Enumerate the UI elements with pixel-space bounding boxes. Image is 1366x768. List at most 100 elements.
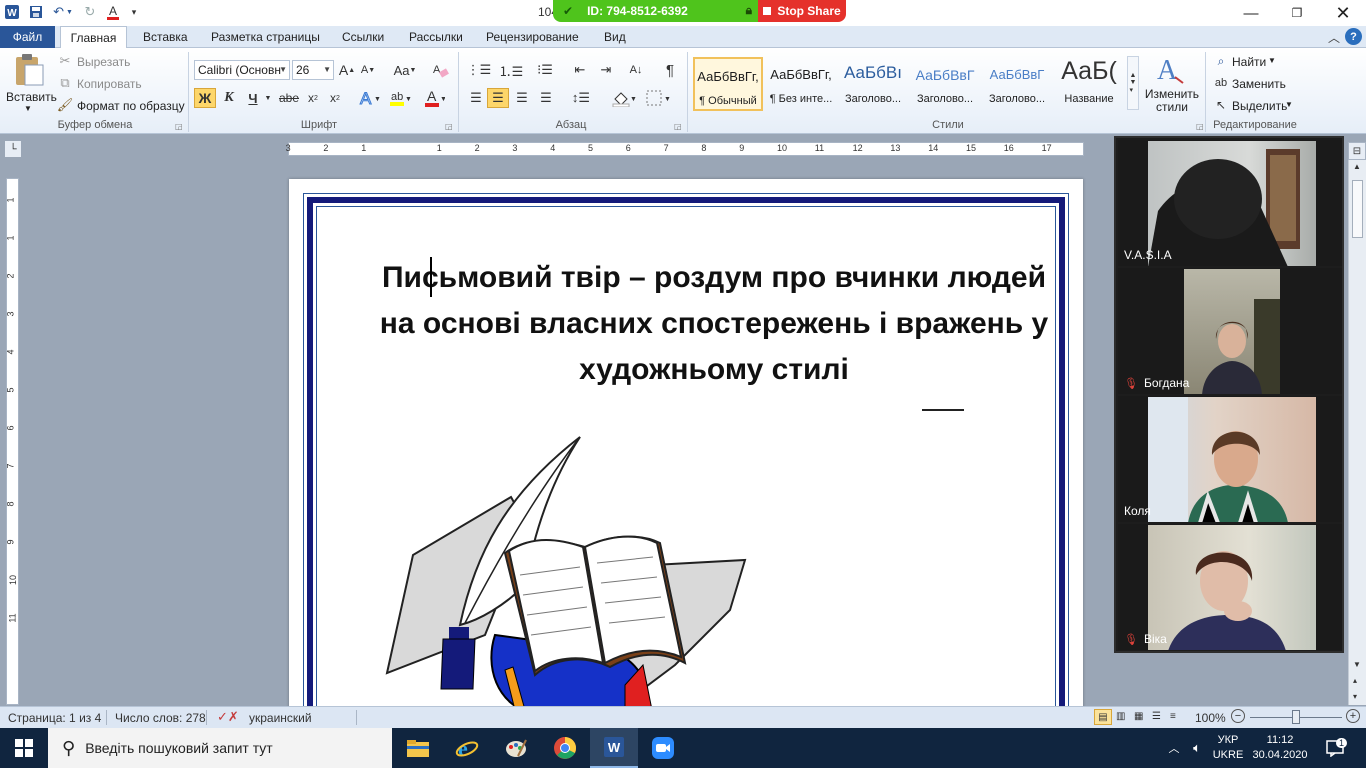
book-and-quill-clipart[interactable] bbox=[385, 435, 755, 709]
participant-tile[interactable]: Коля bbox=[1118, 396, 1342, 522]
change-case-icon[interactable]: Aa ▼ bbox=[392, 60, 418, 80]
previous-page-icon[interactable]: ▴ bbox=[1353, 676, 1357, 685]
font-color-icon[interactable]: A bbox=[104, 4, 122, 20]
scrollbar-thumb[interactable] bbox=[1352, 180, 1363, 238]
strikethrough-button[interactable]: abe bbox=[278, 88, 300, 108]
full-screen-reading-icon[interactable]: ▥ bbox=[1116, 711, 1125, 722]
collapse-ribbon-icon[interactable]: ︿ bbox=[1328, 29, 1340, 46]
style-heading-1[interactable]: АаБбВı Заголово... bbox=[838, 57, 908, 111]
redo-icon[interactable]: ↻ bbox=[82, 4, 98, 20]
clock[interactable]: 11:12 30.04.2020 bbox=[1250, 728, 1310, 768]
undo-icon[interactable]: ↶ ▼ bbox=[50, 4, 76, 20]
help-icon[interactable]: ? bbox=[1345, 28, 1362, 45]
style-heading-3[interactable]: АаБбВвГ Заголово... bbox=[982, 57, 1052, 111]
stop-share-button[interactable]: Stop Share bbox=[758, 0, 846, 22]
numbering-icon[interactable]: ⒈☰ bbox=[498, 60, 524, 80]
horizontal-ruler[interactable]: 3 2 1 1 2 3 4 5 6 7 8 9 10 11 12 13 14 15 16 17 bbox=[286, 142, 1084, 156]
zoom-level[interactable]: 100% bbox=[1195, 711, 1226, 725]
align-right-icon[interactable]: ☰ bbox=[512, 88, 532, 108]
change-styles-icon[interactable]: A bbox=[1151, 52, 1191, 86]
paragraph-launcher-icon[interactable]: ◲ bbox=[674, 122, 682, 131]
save-icon[interactable] bbox=[28, 4, 44, 20]
input-language[interactable]: УКР UKRE bbox=[1212, 728, 1244, 768]
tab-references[interactable]: Ссылки bbox=[342, 30, 384, 44]
borders-icon[interactable]: ▼ bbox=[644, 88, 672, 108]
style-no-spacing[interactable]: АаБбВвГг, ¶ Без инте... bbox=[766, 57, 836, 111]
tab-view[interactable]: Вид bbox=[604, 30, 626, 44]
align-left-icon[interactable]: ☰ bbox=[466, 88, 486, 108]
word-count[interactable]: Число слов: 278 bbox=[115, 711, 206, 725]
participant-tile[interactable]: V.A.S.I.A bbox=[1118, 140, 1342, 266]
volume-icon[interactable]: 🔈︎ bbox=[1186, 728, 1208, 768]
find-button[interactable]: Найти bbox=[1232, 55, 1266, 69]
document-heading[interactable]: Письмовий твір – роздум про вчинки людей… bbox=[379, 255, 1049, 393]
restore-button[interactable]: ❐ bbox=[1274, 0, 1320, 26]
format-painter-button[interactable]: Формат по образцу bbox=[77, 99, 185, 113]
style-title[interactable]: АаБ( Название bbox=[1054, 57, 1124, 111]
align-center-icon[interactable]: ☰ bbox=[487, 88, 509, 108]
font-size-combo[interactable]: 26 ▼ bbox=[292, 60, 334, 80]
internet-explorer-icon[interactable]: e bbox=[443, 728, 491, 768]
zoom-slider-thumb[interactable] bbox=[1292, 710, 1300, 724]
start-button[interactable] bbox=[0, 728, 48, 768]
document-page[interactable]: Письмовий твір – роздум про вчинки людей… bbox=[289, 179, 1083, 709]
shading-icon[interactable]: ▼ bbox=[610, 88, 638, 108]
view-ruler-icon[interactable]: ⊟ bbox=[1348, 142, 1366, 160]
language-indicator[interactable]: украинский bbox=[249, 711, 312, 725]
font-launcher-icon[interactable]: ◲ bbox=[445, 122, 453, 131]
participant-tile[interactable]: 🎙︎ Віка bbox=[1118, 524, 1342, 650]
paste-dropdown-icon[interactable]: ▼ bbox=[24, 104, 32, 113]
underline-button[interactable]: Ч bbox=[244, 88, 262, 108]
show-hidden-icons[interactable]: ︿ bbox=[1164, 728, 1184, 768]
file-explorer-icon[interactable] bbox=[394, 728, 442, 768]
bold-button[interactable]: Ж bbox=[194, 88, 216, 108]
taskbar-search-box[interactable]: ⚲ Введіть пошуковий запит тут bbox=[48, 728, 392, 768]
justify-icon[interactable]: ☰ bbox=[536, 88, 556, 108]
scroll-up-icon[interactable]: ▲ bbox=[1353, 162, 1361, 171]
highlight-color-icon[interactable]: ab ▼ bbox=[388, 88, 412, 108]
tab-selector-icon[interactable]: └ bbox=[4, 140, 22, 158]
paste-icon[interactable] bbox=[10, 52, 46, 88]
proofing-icon[interactable]: ✓✗ bbox=[217, 709, 239, 725]
font-family-combo[interactable]: Calibri (Основн ▼ bbox=[194, 60, 290, 80]
grow-font-icon[interactable]: A ▲ bbox=[339, 60, 355, 80]
tab-review[interactable]: Рецензирование bbox=[486, 30, 579, 44]
close-button[interactable]: ✕ bbox=[1320, 0, 1366, 26]
change-styles-button[interactable]: Изменить стили bbox=[1144, 88, 1200, 114]
draft-view-icon[interactable]: ≡ bbox=[1170, 711, 1176, 722]
participant-tile[interactable]: 🎙︎ Богдана bbox=[1118, 268, 1342, 394]
style-normal[interactable]: АаБбВвГг, ¶ Обычный bbox=[693, 57, 763, 111]
underline-dropdown-icon[interactable]: ▼ bbox=[263, 88, 273, 108]
tab-insert[interactable]: Вставка bbox=[143, 30, 188, 44]
zoom-out-icon[interactable]: − bbox=[1231, 709, 1245, 723]
zoom-taskbar-icon[interactable] bbox=[639, 728, 687, 768]
paste-button[interactable]: Вставить bbox=[6, 90, 57, 104]
notifications-icon[interactable]: 1 bbox=[1318, 728, 1354, 768]
print-layout-view-icon[interactable]: ▤ bbox=[1094, 709, 1112, 725]
superscript-icon[interactable]: x2 bbox=[326, 88, 344, 108]
copy-button[interactable]: Копировать bbox=[77, 77, 142, 91]
minimize-button[interactable]: — bbox=[1228, 0, 1274, 26]
subscript-icon[interactable]: x2 bbox=[304, 88, 322, 108]
next-page-icon[interactable]: ▾ bbox=[1353, 692, 1357, 701]
vertical-ruler[interactable]: 1 1 2 3 4 5 6 7 8 9 10 11 bbox=[6, 178, 19, 705]
styles-scroll-icon[interactable]: ▲ ▼ ▾ bbox=[1127, 56, 1139, 110]
outline-view-icon[interactable]: ☰ bbox=[1152, 711, 1161, 722]
styles-launcher-icon[interactable]: ◲ bbox=[1196, 122, 1204, 131]
tab-page-layout[interactable]: Разметка страницы bbox=[211, 30, 320, 44]
find-dropdown-icon[interactable]: ▼ bbox=[1268, 56, 1276, 65]
shrink-font-icon[interactable]: A ▼ bbox=[360, 60, 376, 80]
page-count[interactable]: Страница: 1 из 4 bbox=[8, 711, 101, 725]
replace-button[interactable]: Заменить bbox=[1232, 77, 1286, 91]
sort-icon[interactable]: A↓ bbox=[626, 60, 646, 80]
bullets-icon[interactable]: ⋮☰ bbox=[466, 60, 492, 80]
chrome-icon[interactable] bbox=[541, 728, 589, 768]
font-color-button[interactable]: A ▼ bbox=[422, 88, 446, 108]
decrease-indent-icon[interactable]: ⇤ bbox=[570, 60, 590, 80]
select-button[interactable]: Выделить bbox=[1232, 99, 1287, 113]
select-dropdown-icon[interactable]: ▼ bbox=[1285, 100, 1293, 109]
italic-button[interactable]: К bbox=[220, 88, 238, 108]
web-layout-icon[interactable]: ▦ bbox=[1134, 711, 1143, 722]
cut-button[interactable]: Вырезать bbox=[77, 55, 130, 69]
increase-indent-icon[interactable]: ⇥ bbox=[596, 60, 616, 80]
